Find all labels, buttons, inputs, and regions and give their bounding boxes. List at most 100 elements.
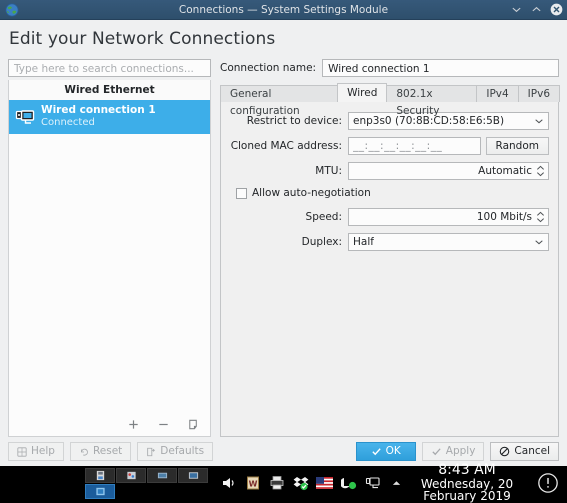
taskbar-empty-slot — [116, 483, 146, 499]
list-empty-space — [9, 134, 210, 414]
tab-ipv4[interactable]: IPv4 — [476, 85, 519, 102]
duplex-value: Half — [353, 236, 374, 248]
auto-negotiation-checkbox[interactable] — [236, 187, 247, 199]
random-mac-button[interactable]: Random — [485, 137, 549, 155]
taskbar-window-3[interactable] — [147, 467, 177, 483]
window-controls — [510, 0, 563, 19]
content-area: Type here to search connections... Wired… — [0, 53, 567, 437]
connections-list: Wired Ethernet Wired connection 1 Connec… — [8, 80, 211, 437]
cancel-button-label: Cancel — [514, 445, 550, 457]
chevron-down-icon — [534, 237, 544, 247]
keyboard-layout-us-flag-icon[interactable] — [316, 475, 333, 492]
wired-network-icon — [15, 107, 35, 127]
connection-name-row: Connection name: Wired connection 1 — [220, 59, 559, 77]
duplicate-icon[interactable] — [186, 417, 200, 431]
minus-icon[interactable] — [156, 417, 170, 431]
volume-icon[interactable] — [220, 475, 237, 492]
title-bar[interactable]: Connections — System Settings Module — [0, 0, 567, 20]
taskbar-window-1[interactable] — [85, 467, 115, 483]
ok-button[interactable]: OK — [355, 442, 416, 461]
clock-time: 8:43 AM — [438, 462, 496, 479]
taskbar-window-active[interactable] — [85, 483, 115, 499]
printer-icon[interactable] — [268, 475, 285, 492]
kde-connect-icon[interactable] — [340, 475, 357, 492]
help-button[interactable]: Help — [8, 442, 64, 461]
globe-icon — [5, 2, 19, 17]
speed-label: Speed: — [305, 211, 342, 223]
speed-value: 100 Mbit/s — [476, 211, 532, 223]
connection-list-toolbar — [9, 414, 210, 436]
tab-wired[interactable]: Wired — [337, 83, 388, 102]
defaults-button[interactable]: Defaults — [137, 442, 214, 461]
tab-general-configuration[interactable]: General configuration — [220, 85, 339, 117]
mtu-label: MTU: — [315, 165, 342, 177]
dropbox-icon[interactable] — [292, 475, 309, 492]
mtu-row: MTU: Automatic — [230, 162, 549, 180]
speed-row: Speed: 100 Mbit/s — [230, 208, 549, 226]
connection-name-input[interactable]: Wired connection 1 — [322, 59, 559, 77]
restrict-device-combobox[interactable]: enp3s0 (70:8B:CD:58:E6:5B) — [348, 112, 549, 130]
chevron-down-icon — [534, 116, 544, 126]
duplex-combobox[interactable]: Half — [348, 233, 549, 251]
apply-button-label: Apply — [445, 445, 476, 457]
auto-negotiation-label: Allow auto-negotiation — [252, 187, 371, 199]
list-item-status: Connected — [41, 117, 95, 129]
undo-icon — [79, 447, 89, 457]
auto-negotiation-row[interactable]: Allow auto-negotiation — [236, 187, 549, 199]
taskbar: W 8:43 AM Wednesday, 20 February 2019 — [0, 463, 567, 503]
duplex-row: Duplex: Half — [230, 233, 549, 251]
list-item-text: Wired connection 1 Connected — [41, 104, 156, 130]
mtu-spinbox[interactable]: Automatic — [348, 162, 549, 180]
help-icon — [17, 446, 27, 457]
taskbar-window-4[interactable] — [178, 467, 208, 483]
cancel-button[interactable]: Cancel — [490, 442, 559, 461]
tab-802-1x-security[interactable]: 802.1x Security — [386, 85, 478, 117]
speed-spinbox[interactable]: 100 Mbit/s — [348, 208, 549, 226]
apply-button[interactable]: Apply — [421, 442, 485, 461]
tab-ipv6[interactable]: IPv6 — [517, 85, 560, 102]
help-button-label: Help — [31, 445, 55, 457]
clock-date: Wednesday, 20 February 2019 — [420, 476, 514, 503]
connection-editor: Connection name: Wired connection 1 Gene… — [220, 59, 560, 437]
cloned-mac-label: Cloned MAC address: — [230, 140, 342, 152]
connections-sidebar: Type here to search connections... Wired… — [8, 59, 211, 437]
connection-group-header: Wired Ethernet — [9, 80, 210, 100]
svg-text:W: W — [248, 480, 257, 489]
notification-exclamation-icon[interactable] — [537, 472, 559, 494]
search-input[interactable]: Type here to search connections... — [8, 59, 211, 77]
wired-tab-panel: Restrict to device: enp3s0 (70:8B:CD:58:… — [220, 101, 559, 437]
defaults-button-label: Defaults — [160, 445, 205, 457]
editor-tabs: General configuration Wired 802.1x Secur… — [220, 83, 560, 117]
spinner-arrows-icon[interactable] — [536, 165, 545, 177]
cloned-mac-value: __:__:__:__:__:__ — [353, 140, 443, 152]
duplex-label: Duplex: — [301, 236, 342, 248]
network-monitor-icon[interactable] — [364, 475, 381, 492]
defaults-icon — [146, 447, 156, 457]
reset-button-label: Reset — [92, 445, 123, 457]
close-circle-icon[interactable] — [550, 3, 563, 16]
cancel-icon — [499, 446, 510, 457]
check-icon — [431, 446, 442, 457]
page-title: Edit your Network Connections — [9, 29, 276, 49]
window-title: Connections — System Settings Module — [178, 3, 389, 16]
taskbar-window-2[interactable] — [116, 467, 146, 483]
cloned-mac-row: Cloned MAC address: __:__:__:__:__:__ Ra… — [230, 137, 549, 155]
reset-button[interactable]: Reset — [69, 442, 132, 461]
show-hidden-tray-icon[interactable] — [388, 475, 405, 492]
connection-name-label: Connection name: — [220, 62, 317, 74]
cloned-mac-input[interactable]: __:__:__:__:__:__ — [348, 137, 481, 155]
task-switcher — [85, 467, 208, 499]
check-icon — [371, 446, 382, 457]
list-item-title: Wired connection 1 — [41, 104, 156, 116]
spinner-arrows-icon[interactable] — [536, 211, 545, 223]
chevron-up-icon[interactable] — [530, 3, 543, 16]
wine-icon[interactable]: W — [244, 475, 261, 492]
settings-window: Connections — System Settings Module Edi… — [0, 0, 567, 466]
chevron-down-icon[interactable] — [510, 3, 523, 16]
system-tray: W — [220, 475, 405, 492]
mtu-value: Automatic — [478, 165, 532, 177]
taskbar-clock[interactable]: 8:43 AM Wednesday, 20 February 2019 — [405, 463, 529, 503]
ok-button-label: OK — [385, 445, 401, 457]
list-item[interactable]: Wired connection 1 Connected — [9, 100, 210, 134]
plus-icon[interactable] — [126, 417, 140, 431]
